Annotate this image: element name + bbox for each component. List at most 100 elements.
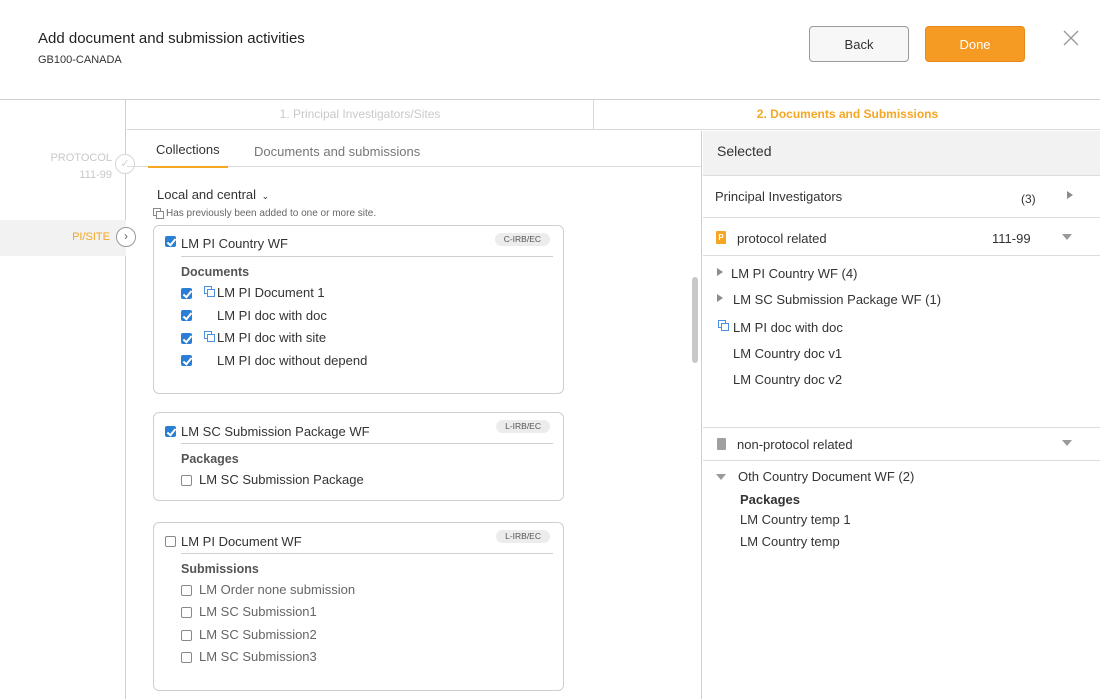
chevron-down-icon: ⌄ <box>261 191 270 201</box>
section-label: Submissions <box>181 562 259 576</box>
selected-title: Selected <box>717 143 772 159</box>
section-label: Packages <box>740 492 800 507</box>
card-header: LM PI Document WF L-IRB/EC <box>154 523 565 555</box>
row-protocol-related[interactable]: P protocol related 111-99 <box>703 218 1100 256</box>
divider <box>181 256 553 257</box>
nav-pisite-label: PI/SITE <box>72 231 110 243</box>
card-title: LM PI Country WF <box>181 236 288 251</box>
legend: Has previously been added to one or more… <box>153 208 376 219</box>
list-item: LM PI doc without depend <box>217 353 368 368</box>
scrollbar-track[interactable] <box>690 131 702 699</box>
status-badge: C-IRB/EC <box>494 233 550 246</box>
card-checkbox[interactable] <box>165 536 176 547</box>
done-button[interactable]: Done <box>925 26 1025 62</box>
card-title: LM PI Document WF <box>181 534 302 549</box>
page-subtitle: GB100-CANADA <box>38 54 122 66</box>
collection-card: LM SC Submission Package WF L-IRB/EC Pac… <box>153 412 564 501</box>
list-item: LM Country temp 1 <box>740 512 851 527</box>
list-item[interactable]: LM SC Submission Package WF (1) <box>733 292 941 307</box>
back-button[interactable]: Back <box>809 26 909 62</box>
page-title: Add document and submission activities <box>38 30 305 47</box>
caret-down-icon[interactable] <box>716 474 726 480</box>
selected-header: Selected <box>703 131 1100 176</box>
divider <box>181 443 553 444</box>
card-checkbox[interactable] <box>165 426 176 437</box>
section-label: Documents <box>181 265 250 279</box>
tab-collections[interactable]: Collections <box>156 142 220 157</box>
scrollbar-thumb[interactable] <box>692 277 698 363</box>
list-item: LM PI doc with site <box>217 330 327 345</box>
step-principal-investigators[interactable]: 1. Principal Investigators/Sites <box>127 100 594 130</box>
step-bar: 1. Principal Investigators/Sites 2. Docu… <box>127 100 1100 130</box>
protocol-label: protocol related <box>737 231 827 246</box>
pi-label: Principal Investigators <box>715 189 843 204</box>
list-item: LM Country doc v1 <box>733 346 843 361</box>
caret-right-icon[interactable] <box>1067 191 1073 199</box>
legend-text: Has previously been added to one or more… <box>166 208 377 219</box>
caret-down-icon[interactable] <box>1062 440 1072 446</box>
pi-count: (3) <box>1021 192 1036 206</box>
protocol-items: LM PI Country WF (4) LM SC Submission Pa… <box>703 256 1100 428</box>
item-checkbox[interactable] <box>181 630 192 641</box>
card-header: LM PI Country WF C-IRB/EC <box>154 226 565 258</box>
active-tab-indicator <box>148 166 228 168</box>
list-item[interactable]: Oth Country Document WF (2) <box>738 469 914 484</box>
item-checkbox[interactable] <box>181 310 192 321</box>
nav-protocol-label: PROTOCOL <box>50 152 112 164</box>
row-non-protocol-related[interactable]: non-protocol related <box>703 428 1100 461</box>
caret-right-icon[interactable] <box>717 294 723 302</box>
header: Add document and submission activities G… <box>0 0 1100 100</box>
divider <box>181 553 553 554</box>
list-item: LM PI doc with doc <box>733 320 843 335</box>
duplicate-icon <box>204 286 215 297</box>
step1-label: Principal Investigators/Sites <box>292 107 441 121</box>
nav-protocol-value: 111-99 <box>79 169 112 181</box>
close-icon[interactable] <box>1062 29 1080 47</box>
list-item[interactable]: LM PI Country WF (4) <box>731 266 857 281</box>
duplicate-icon <box>718 320 729 331</box>
collection-card: LM PI Document WF L-IRB/EC Submissions L… <box>153 522 564 691</box>
caret-down-icon[interactable] <box>1062 234 1072 240</box>
left-nav: PROTOCOL 111-99 PI/SITE <box>0 100 126 699</box>
list-item: LM SC Submission1 <box>199 604 317 619</box>
item-checkbox[interactable] <box>181 585 192 596</box>
caret-right-icon[interactable] <box>717 268 723 276</box>
item-checkbox[interactable] <box>181 475 192 486</box>
status-badge: L-IRB/EC <box>496 530 550 543</box>
filter-label: Local and central <box>157 187 257 202</box>
step-documents-submissions[interactable]: 2. Documents and Submissions <box>595 100 1100 130</box>
item-checkbox[interactable] <box>181 607 192 618</box>
section-label: Packages <box>181 452 239 466</box>
protocol-icon: P <box>716 231 726 244</box>
selected-panel: Selected Principal Investigators (3) P p… <box>703 131 1100 699</box>
list-item: LM Country temp <box>740 534 840 549</box>
list-item: LM PI Document 1 <box>217 285 325 300</box>
card-checkbox[interactable] <box>165 236 176 247</box>
nav-item-pisite[interactable]: PI/SITE <box>0 220 126 256</box>
card-title: LM SC Submission Package WF <box>181 424 370 439</box>
item-checkbox[interactable] <box>181 288 192 299</box>
duplicate-icon <box>153 208 164 219</box>
list-item: LM PI doc with doc <box>217 308 327 323</box>
filter-dropdown[interactable]: Local and central ⌄ <box>157 187 269 202</box>
list-item: LM Order none submission <box>199 582 356 597</box>
item-checkbox[interactable] <box>181 355 192 366</box>
list-item: LM Country doc v2 <box>733 372 843 387</box>
document-icon <box>717 438 726 450</box>
collection-card: LM PI Country WF C-IRB/EC Documents LM P… <box>153 225 564 394</box>
protocol-value: 111-99 <box>992 231 1031 246</box>
collections-panel: Collections Documents and submissions Lo… <box>127 131 702 699</box>
nav-item-protocol[interactable]: PROTOCOL 111-99 <box>0 150 112 184</box>
list-item: LM SC Submission3 <box>199 649 317 664</box>
row-principal-investigators[interactable]: Principal Investigators (3) <box>703 176 1100 218</box>
list-item: LM SC Submission Package <box>199 472 364 487</box>
nonprotocol-label: non-protocol related <box>737 437 853 452</box>
list-item: LM SC Submission2 <box>199 627 317 642</box>
nonprotocol-items: Oth Country Document WF (2) Packages LM … <box>703 461 1100 699</box>
item-checkbox[interactable] <box>181 652 192 663</box>
step2-label: Documents and Submissions <box>770 107 939 121</box>
tab-documents-submissions[interactable]: Documents and submissions <box>254 144 420 159</box>
item-checkbox[interactable] <box>181 333 192 344</box>
duplicate-icon <box>204 331 215 342</box>
step1-number: 1. <box>279 107 290 121</box>
